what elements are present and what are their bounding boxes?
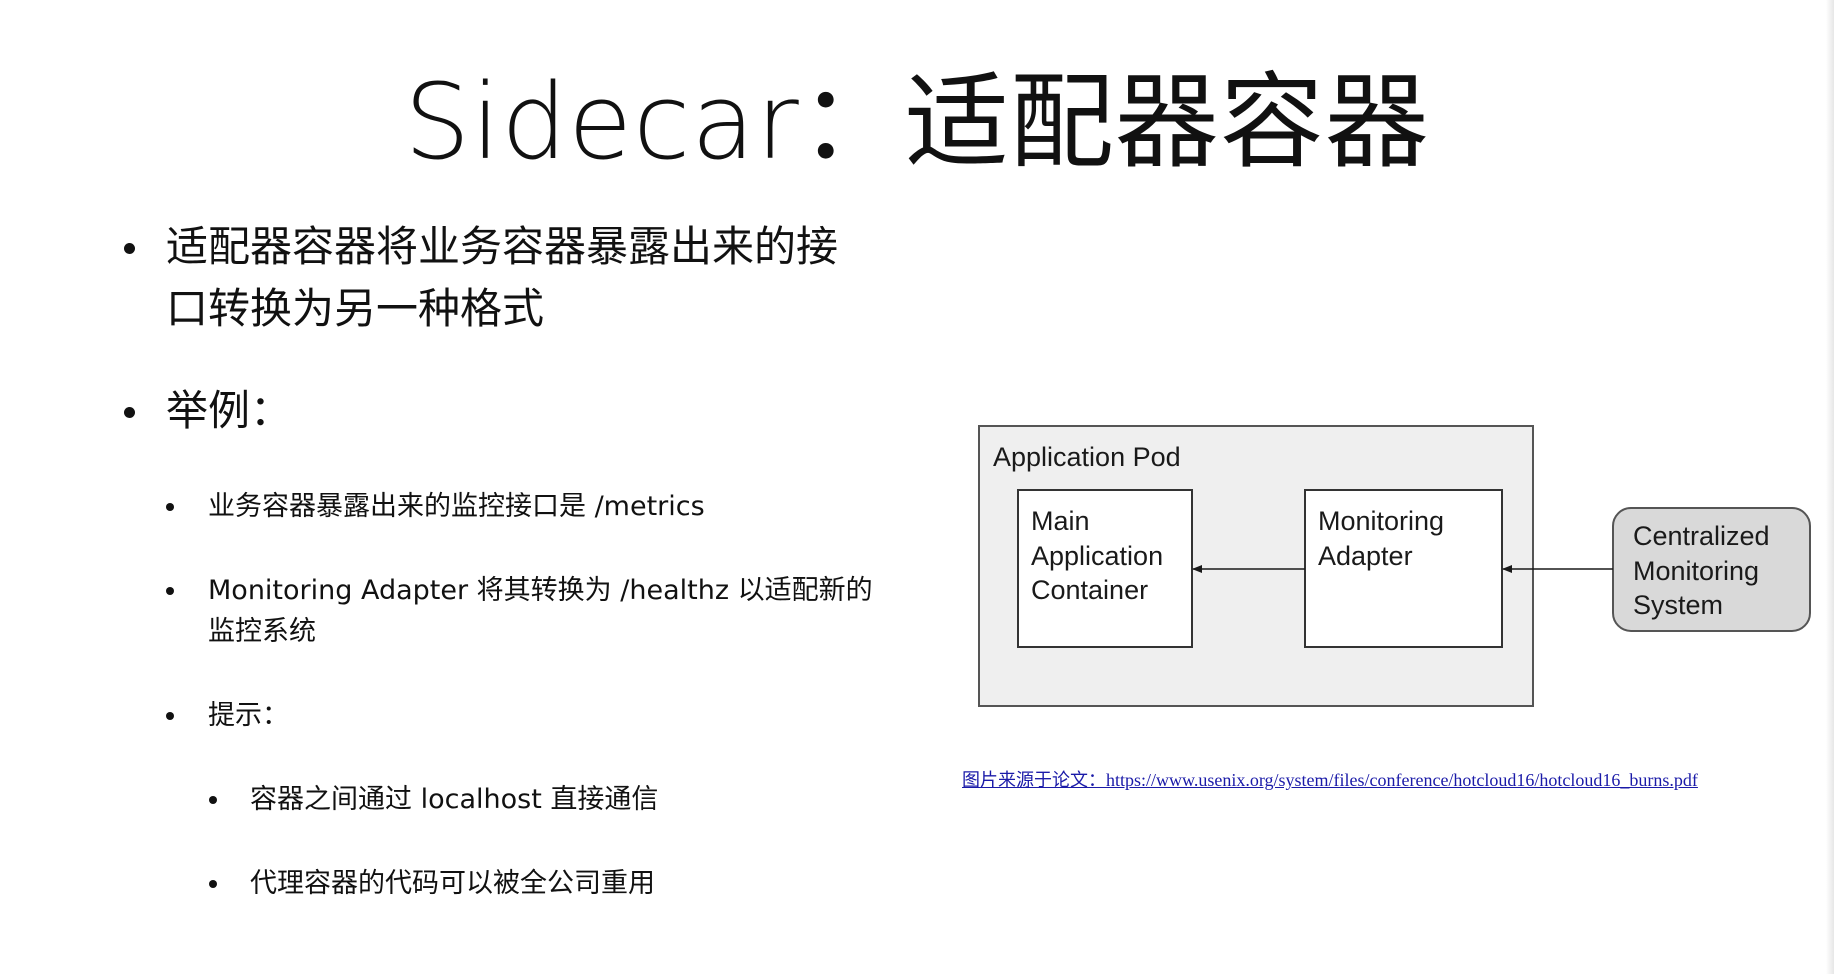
bullet-dot — [166, 712, 174, 720]
image-source-link[interactable]: 图片来源于论文：https://www.usenix.org/system/fi… — [962, 766, 1698, 792]
central-line1: Centralized — [1633, 521, 1770, 551]
main-container-line1: Main — [1031, 506, 1090, 536]
bullet-text-line1: Monitoring Adapter 将其转换为 /healthz 以适配新的 — [208, 575, 873, 606]
bullet-text-line1: 适配器容器将业务容器暴露出来的接 — [166, 222, 839, 271]
application-pod-box — [978, 425, 1534, 707]
bullet-text: 代理容器的代码可以被全公司重用 — [250, 868, 655, 899]
main-container-box — [1017, 489, 1193, 648]
bullet-dot — [124, 243, 135, 254]
main-container-label: Main Application Container — [1031, 506, 1171, 605]
central-line3: System — [1633, 590, 1723, 620]
main-container-line3: Container — [1031, 575, 1148, 605]
bullet-text: 容器之间通过 localhost 直接通信 — [250, 784, 659, 815]
slide-title: Sidecar：适配器容器 — [404, 61, 1430, 183]
adapter-line1: Monitoring — [1318, 506, 1444, 536]
monitoring-adapter-box — [1304, 489, 1503, 648]
bullet-text-line2: 监控系统 — [208, 616, 316, 647]
central-line2: Monitoring — [1633, 556, 1759, 586]
monitoring-adapter-label: Monitoring Adapter — [1318, 506, 1452, 571]
bullet-dot — [209, 880, 217, 888]
bullet-text: 业务容器暴露出来的监控接口是 /metrics — [208, 491, 705, 522]
bullet-text: 举例： — [166, 386, 293, 435]
bullet-dot — [166, 587, 174, 595]
bullet-dot — [209, 796, 217, 804]
bullet-dot — [166, 503, 174, 511]
pod-label: Application Pod — [993, 442, 1181, 472]
bullet-dot — [124, 407, 135, 418]
adapter-line2: Adapter — [1318, 541, 1413, 571]
bullet-text-line2: 口转换为另一种格式 — [166, 284, 545, 333]
bullet-text: 提示： — [208, 700, 289, 731]
central-monitoring-box — [1612, 507, 1811, 632]
central-monitoring-label: Centralized Monitoring System — [1633, 521, 1777, 620]
main-container-line2: Application — [1031, 541, 1163, 571]
